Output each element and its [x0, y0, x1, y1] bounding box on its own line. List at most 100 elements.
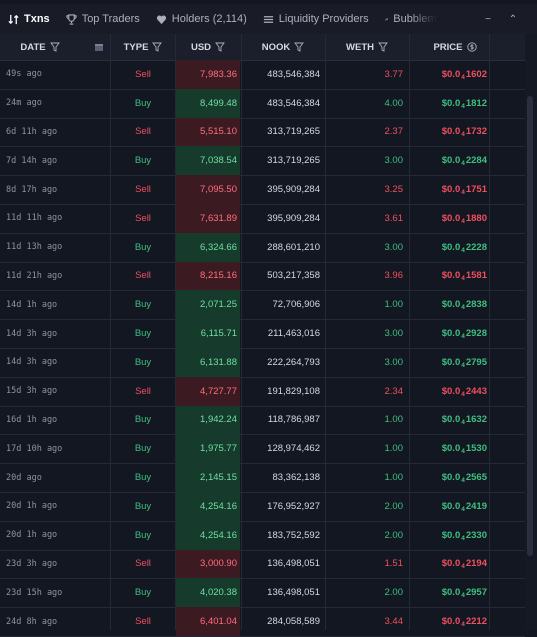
- type-cell: Sell: [135, 212, 151, 224]
- nook-header-label: NOOK: [261, 41, 291, 53]
- price-cell: $0.0 4 2957: [410, 578, 488, 607]
- price-digits: 1880: [465, 212, 487, 224]
- table-row[interactable]: 16d 1h ago Buy 1,942.24 118,786,987 1.00 $0.0…: [0, 405, 525, 436]
- usd-cell: 5,515.10: [176, 117, 240, 147]
- filter-icon[interactable]: [294, 42, 305, 52]
- price-prefix: $0.0: [441, 68, 461, 80]
- price-prefix: $0.0: [441, 184, 461, 196]
- calendar-button[interactable]: [92, 34, 106, 60]
- nook-cell: 128,974,462: [267, 443, 320, 455]
- tab-top-traders[interactable]: Top Traders: [58, 4, 148, 34]
- type-cell: Buy: [134, 155, 152, 167]
- table-row[interactable]: 7d 14h ago Buy 7,038.54 313,719,265 3.00 $0.0…: [0, 146, 525, 177]
- table-row[interactable]: 24d 8h ago Sell 6,401.04 284,058,589 3.44 $0.…: [0, 607, 525, 637]
- price-zero-count: 4: [461, 304, 465, 312]
- usd-cell: 4,727.77: [176, 376, 240, 406]
- usd-cell: 1,942.24: [176, 405, 240, 435]
- price-cell: $0.0 4 2928: [410, 319, 488, 348]
- currency-toggle-icon[interactable]: [466, 42, 477, 52]
- table-row[interactable]: 14d 3h ago Buy 6,131.88 222,264,793 3.00 $0.0…: [0, 348, 525, 378]
- table-row[interactable]: 20d 1h ago Buy 4,254.16 176,952,927 2.00 $0.0…: [0, 492, 525, 522]
- type-cell: Buy: [134, 472, 152, 484]
- price-prefix: $0.0: [441, 155, 461, 167]
- price-cell: $0.0 4 2284: [410, 146, 488, 175]
- usd-cell: 4,020.38: [176, 578, 240, 608]
- table-row[interactable]: 20d 1h ago Buy 4,254.16 183,752,592 2.00 $0.0…: [0, 520, 525, 551]
- date-cell: 15d 3h ago: [6, 386, 58, 397]
- filter-icon[interactable]: [378, 42, 388, 52]
- table-row[interactable]: 15d 3h ago Sell 4,727.77 191,829,108 2.34 $0.…: [0, 376, 525, 407]
- price-digits: 1581: [465, 270, 487, 282]
- filter-icon[interactable]: [49, 42, 60, 52]
- date-cell: 24d 8h ago: [6, 616, 58, 627]
- collapse-button[interactable]: ⌃: [503, 9, 523, 29]
- scrollbar-thumb[interactable]: [527, 96, 533, 556]
- nook-cell: 483,546,384: [267, 97, 320, 109]
- table-row[interactable]: 17d 10h ago Buy 1,975.77 128,974,462 1.00 $0.…: [0, 434, 525, 465]
- table-row[interactable]: 14d 3h ago Buy 6,115.71 211,463,016 3.00 $0.0…: [0, 319, 525, 349]
- price-prefix: $0.0: [441, 97, 461, 109]
- price-prefix: $0.0: [441, 500, 461, 512]
- type-header[interactable]: TYPE: [111, 34, 175, 60]
- nook-cell: 136,498,051: [267, 558, 320, 570]
- nook-cell: 211,463,016: [267, 328, 320, 340]
- weth-cell: 1.00: [384, 443, 404, 455]
- price-zero-count: 4: [461, 275, 465, 283]
- table-row[interactable]: 23d 3h ago Sell 3,000.90 136,498,051 1.51 $0.…: [0, 549, 525, 580]
- date-cell: 17d 10h ago: [6, 443, 63, 454]
- swap-icon: [8, 14, 19, 24]
- table-row[interactable]: 11d 11h ago Sell 7,631.89 395,909,284 3.61 $0…: [0, 204, 525, 234]
- price-digits: 1530: [465, 443, 487, 455]
- tab-liquidity-providers[interactable]: Liquidity Providers: [255, 4, 377, 34]
- table-row[interactable]: 8d 17h ago Sell 7,095.50 395,909,284 3.25 $0.…: [0, 175, 525, 205]
- filter-icon[interactable]: [215, 42, 225, 52]
- weth-cell: 2.00: [384, 529, 404, 541]
- price-header[interactable]: PRICE: [410, 34, 500, 60]
- price-zero-count: 4: [461, 419, 465, 427]
- table-row[interactable]: 6d 11h ago Sell 5,515.10 313,719,265 2.37 $0.…: [0, 117, 525, 148]
- tab-holders[interactable]: Holders (2,114): [148, 4, 255, 34]
- tab-txns[interactable]: Txns: [0, 4, 58, 34]
- nook-cell: 222,264,793: [267, 356, 320, 368]
- table-row[interactable]: 14d 1h ago Buy 2,071.25 72,706,906 1.00 $0.0 4…: [0, 290, 525, 321]
- calendar-icon: [95, 44, 103, 51]
- date-cell: 7d 14h ago: [6, 155, 58, 166]
- weth-header[interactable]: WETH: [326, 34, 408, 60]
- table-row[interactable]: 24m ago Buy 8,499.48 483,546,384 4.00 $0.0 4 18…: [0, 88, 525, 119]
- collapse-icon: ⌃: [508, 13, 518, 25]
- price-zero-count: 4: [461, 592, 465, 600]
- date-cell: 49s ago: [6, 69, 42, 80]
- usd-cell: 7,095.50: [176, 175, 240, 204]
- price-digits: 2838: [465, 299, 487, 311]
- weth-cell: 1.00: [384, 414, 404, 426]
- price-digits: 2228: [465, 241, 487, 253]
- table-row[interactable]: 23d 15h ago Buy 4,020.38 136,498,051 2.00 $0.…: [0, 578, 525, 609]
- weth-cell: 3.00: [384, 328, 404, 340]
- date-cell: 20d ago: [6, 472, 42, 483]
- usd-cell: 1,975.77: [176, 434, 240, 464]
- usd-header[interactable]: USD: [176, 34, 240, 60]
- nook-header[interactable]: NOOK: [242, 34, 324, 60]
- price-zero-count: 4: [461, 477, 465, 485]
- table-row[interactable]: 20d ago Buy 2,145.15 83,362,138 1.00 $0.0 4 256…: [0, 463, 525, 493]
- date-cell: 11d 21h ago: [6, 270, 63, 281]
- price-cell: $0.0 4 1751: [410, 175, 488, 204]
- price-zero-count: 4: [461, 505, 465, 513]
- table-row[interactable]: 49s ago Sell 7,983.36 483,546,384 3.77 $0.0 4 1…: [0, 60, 525, 90]
- weth-cell: 3.25: [384, 184, 404, 196]
- date-header[interactable]: DATE: [0, 34, 80, 60]
- table-row[interactable]: 11d 13h ago Buy 6,324.66 288,601,210 3.00 $0.…: [0, 232, 525, 263]
- price-digits: 1812: [465, 97, 487, 109]
- table-row[interactable]: 11d 21h ago Sell 8,215.16 503,217,358 3.96 $0…: [0, 261, 525, 292]
- price-cell: $0.0 4 2419: [410, 492, 488, 521]
- tab-bubblemaps[interactable]: Bubblem: [377, 4, 437, 34]
- nook-cell: 118,786,987: [267, 414, 320, 426]
- nook-cell: 183,752,592: [267, 529, 320, 541]
- price-zero-count: 4: [461, 160, 465, 168]
- column-divider: [110, 34, 111, 630]
- price-cell: $0.0 4 2838: [410, 290, 488, 319]
- minimize-button[interactable]: −: [478, 9, 498, 29]
- weth-cell: 3.61: [384, 212, 404, 224]
- filter-icon[interactable]: [152, 42, 163, 52]
- weth-cell: 1.51: [384, 558, 404, 570]
